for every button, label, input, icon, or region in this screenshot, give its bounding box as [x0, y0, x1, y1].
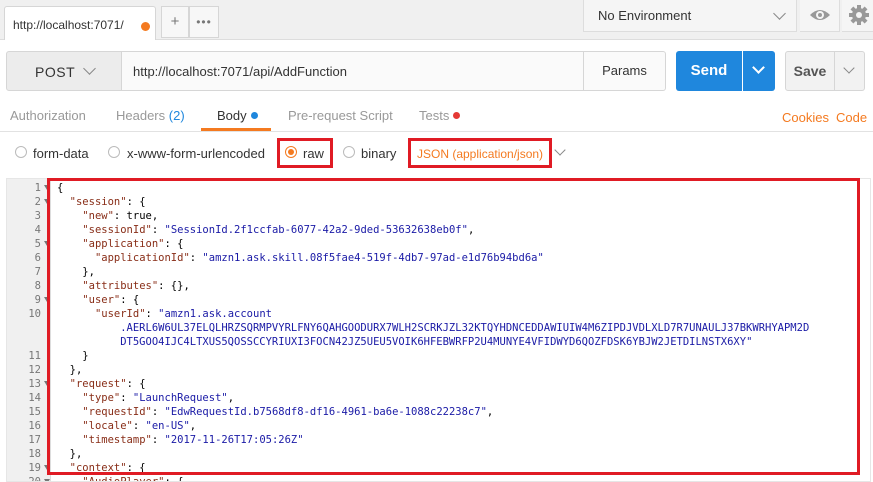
urlencoded-radio[interactable] — [108, 146, 120, 158]
content-type-highlight-box — [408, 138, 552, 168]
chevron-down-icon[interactable] — [554, 144, 566, 156]
tab-body-label: Body — [217, 108, 247, 123]
environment-select[interactable]: No Environment — [583, 0, 797, 32]
line-number: 5 — [34, 238, 41, 250]
line-number: 11 — [28, 350, 41, 362]
urlencoded-label: x-www-form-urlencoded — [127, 146, 265, 161]
tab-prerequest-script[interactable]: Pre-request Script — [288, 108, 393, 123]
raw-highlight-box — [277, 138, 333, 168]
tab-bar: http://localhost:7071/ + ••• No Environm… — [0, 0, 873, 40]
tab-authorization[interactable]: Authorization — [10, 108, 86, 123]
tab-headers-label: Headers — [116, 108, 166, 123]
more-tabs-button[interactable]: ••• — [189, 6, 219, 38]
gear-icon — [849, 5, 869, 25]
tab-headers[interactable]: Headers (2) — [116, 108, 185, 123]
line-number: 10 — [28, 308, 41, 320]
settings-button[interactable] — [842, 0, 873, 32]
chevron-down-icon — [843, 62, 855, 74]
chevron-down-icon — [773, 7, 786, 20]
cookies-link[interactable]: Cookies — [782, 110, 829, 125]
new-tab-button[interactable]: + — [161, 6, 189, 38]
chevron-down-icon — [83, 62, 96, 75]
tab-tests[interactable]: Tests — [419, 108, 461, 123]
body-indicator-dot-icon — [250, 112, 258, 119]
line-number: 7 — [34, 266, 41, 278]
tab-tests-label: Tests — [419, 108, 450, 123]
form-data-radio[interactable] — [15, 146, 27, 158]
tests-indicator-dot-icon — [453, 112, 461, 119]
unsaved-dot-icon — [141, 22, 150, 31]
params-button[interactable]: Params — [584, 51, 666, 91]
headers-count-badge: (2) — [168, 108, 185, 123]
code-line: 20 "AudioPlayer": { — [7, 475, 870, 482]
url-input[interactable]: http://localhost:7071/api/AddFunction — [122, 51, 584, 91]
eye-icon — [810, 10, 830, 20]
line-number: 6 — [34, 252, 41, 264]
line-number: 19 — [28, 462, 41, 474]
line-number: 14 — [28, 392, 41, 404]
line-number: 16 — [28, 420, 41, 432]
json-body-highlight-box — [47, 178, 860, 475]
form-data-label: form-data — [33, 146, 89, 161]
save-options-button[interactable] — [835, 51, 865, 91]
line-number: 8 — [34, 280, 41, 292]
line-number: 1 — [34, 182, 41, 194]
send-button[interactable]: Send — [676, 51, 742, 91]
code-link[interactable]: Code — [836, 110, 867, 125]
line-number: 4 — [34, 224, 41, 236]
save-button[interactable]: Save — [785, 51, 835, 91]
line-number: 3 — [34, 210, 41, 222]
binary-label: binary — [361, 146, 397, 161]
line-number: 12 — [28, 364, 41, 376]
line-number: 15 — [28, 406, 41, 418]
divider — [0, 131, 873, 132]
environment-quick-look-button[interactable] — [800, 0, 840, 32]
send-options-button[interactable] — [743, 51, 775, 91]
line-number: 18 — [28, 448, 41, 460]
request-tab[interactable]: http://localhost:7071/ — [4, 6, 156, 40]
line-number: 2 — [34, 196, 41, 208]
line-number: 9 — [34, 294, 41, 306]
chevron-down-icon — [752, 61, 765, 74]
line-number: 13 — [28, 378, 41, 390]
method-select[interactable]: POST — [6, 51, 122, 91]
line-number: 17 — [28, 434, 41, 446]
tab-body[interactable]: Body — [217, 108, 258, 123]
line-number: 20 — [28, 476, 41, 482]
request-tab-title: http://localhost:7071/ — [13, 18, 124, 32]
url-value: http://localhost:7071/api/AddFunction — [133, 64, 347, 79]
binary-radio[interactable] — [343, 146, 355, 158]
code-text: "AudioPlayer": { — [82, 476, 184, 482]
environment-selected-label: No Environment — [598, 8, 692, 23]
method-label: POST — [35, 64, 76, 80]
